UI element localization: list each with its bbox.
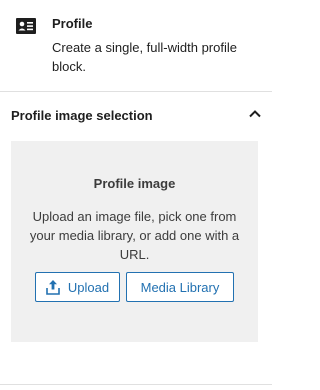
- profile-image-placeholder: Profile image Upload an image file, pick…: [11, 141, 258, 342]
- media-library-button-label: Media Library: [140, 279, 220, 295]
- placeholder-instructions: Upload an image file, pick one from your…: [29, 209, 240, 262]
- profile-card-icon: [16, 18, 36, 34]
- upload-button[interactable]: Upload: [35, 272, 120, 302]
- chevron-up-icon: [249, 110, 261, 118]
- section-title: Profile image selection: [11, 108, 153, 123]
- upload-button-label: Upload: [67, 279, 110, 295]
- block-card: Profile Create a single, full-width prof…: [0, 0, 272, 92]
- profile-image-selection-toggle[interactable]: Profile image selection: [0, 92, 272, 138]
- upload-icon: [46, 280, 60, 295]
- media-library-button[interactable]: Media Library: [126, 272, 234, 302]
- block-description: Create a single, full-width profile bloc…: [52, 40, 237, 74]
- block-title: Profile: [52, 16, 93, 31]
- divider: [0, 384, 272, 385]
- placeholder-title: Profile image: [93, 176, 176, 191]
- block-inspector-panel: Profile Create a single, full-width prof…: [0, 0, 272, 390]
